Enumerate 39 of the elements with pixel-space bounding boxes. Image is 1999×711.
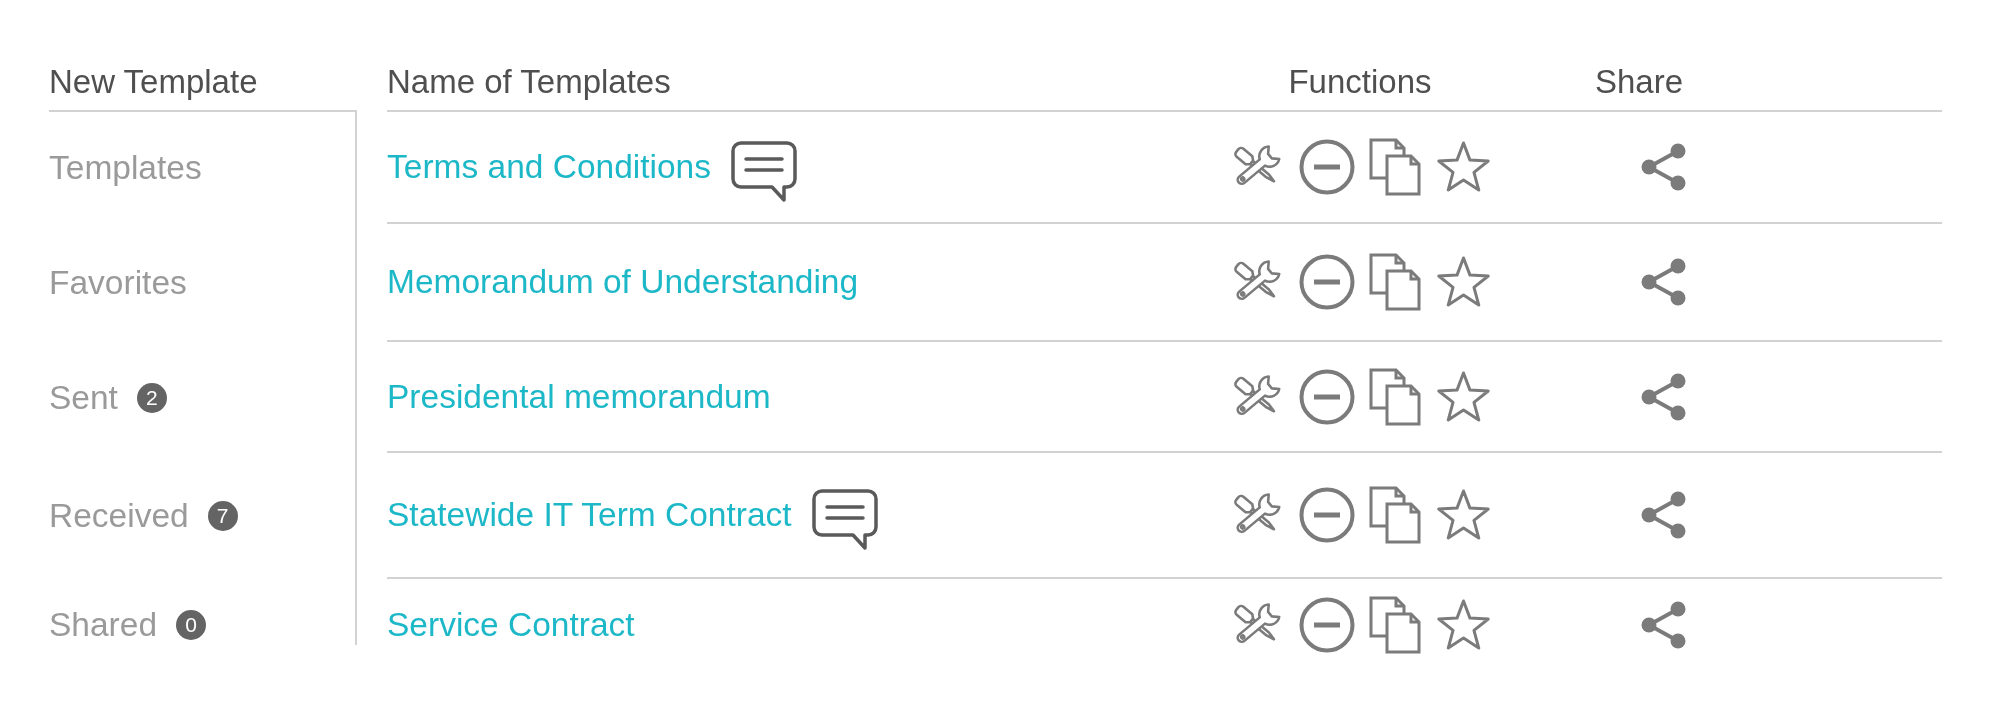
- sidebar-item[interactable]: Received: [49, 496, 189, 536]
- sidebar-item[interactable]: Shared: [49, 605, 158, 645]
- comment-icon[interactable]: [731, 141, 797, 203]
- copy-icon[interactable]: [1368, 253, 1421, 311]
- template-link[interactable]: Memorandum of Understanding: [387, 262, 859, 302]
- count-badge: 2: [136, 382, 167, 413]
- count-badge: 0: [176, 610, 207, 640]
- minus-circle-icon[interactable]: [1298, 254, 1355, 310]
- template-link[interactable]: Service Contract: [387, 605, 635, 645]
- share-icon[interactable]: [1641, 601, 1686, 649]
- copy-icon[interactable]: [1368, 486, 1421, 544]
- share-icon[interactable]: [1641, 143, 1686, 191]
- star-icon[interactable]: [1434, 488, 1492, 542]
- star-icon[interactable]: [1434, 140, 1492, 194]
- minus-circle-icon[interactable]: [1298, 597, 1355, 653]
- minus-circle-icon[interactable]: [1298, 487, 1355, 543]
- comment-icon[interactable]: [811, 489, 878, 551]
- count-badge: 7: [207, 501, 238, 531]
- copy-icon[interactable]: [1368, 596, 1421, 654]
- template-link[interactable]: Statewide IT Term Contract: [387, 495, 792, 535]
- minus-circle-icon[interactable]: [1298, 139, 1355, 195]
- sidebar-item[interactable]: Templates: [49, 148, 202, 188]
- share-icon[interactable]: [1641, 258, 1686, 306]
- new-template-link[interactable]: New Template: [49, 63, 258, 100]
- share-icon[interactable]: [1641, 491, 1686, 539]
- template-link[interactable]: Presidental memorandum: [387, 376, 771, 417]
- sidebar-item[interactable]: Sent: [49, 377, 118, 418]
- column-header: Share: [1595, 62, 1684, 102]
- copy-icon[interactable]: [1368, 367, 1421, 426]
- minus-circle-icon[interactable]: [1298, 368, 1355, 425]
- column-header: Functions: [1288, 62, 1432, 102]
- sidebar-item[interactable]: Favorites: [49, 263, 187, 303]
- copy-icon[interactable]: [1368, 138, 1421, 196]
- column-header: Name of Templates: [387, 62, 671, 102]
- star-icon[interactable]: [1434, 255, 1492, 309]
- star-icon[interactable]: [1434, 369, 1492, 424]
- template-link[interactable]: Terms and Conditions: [387, 147, 711, 187]
- star-icon[interactable]: [1434, 598, 1492, 652]
- share-icon[interactable]: [1641, 372, 1686, 421]
